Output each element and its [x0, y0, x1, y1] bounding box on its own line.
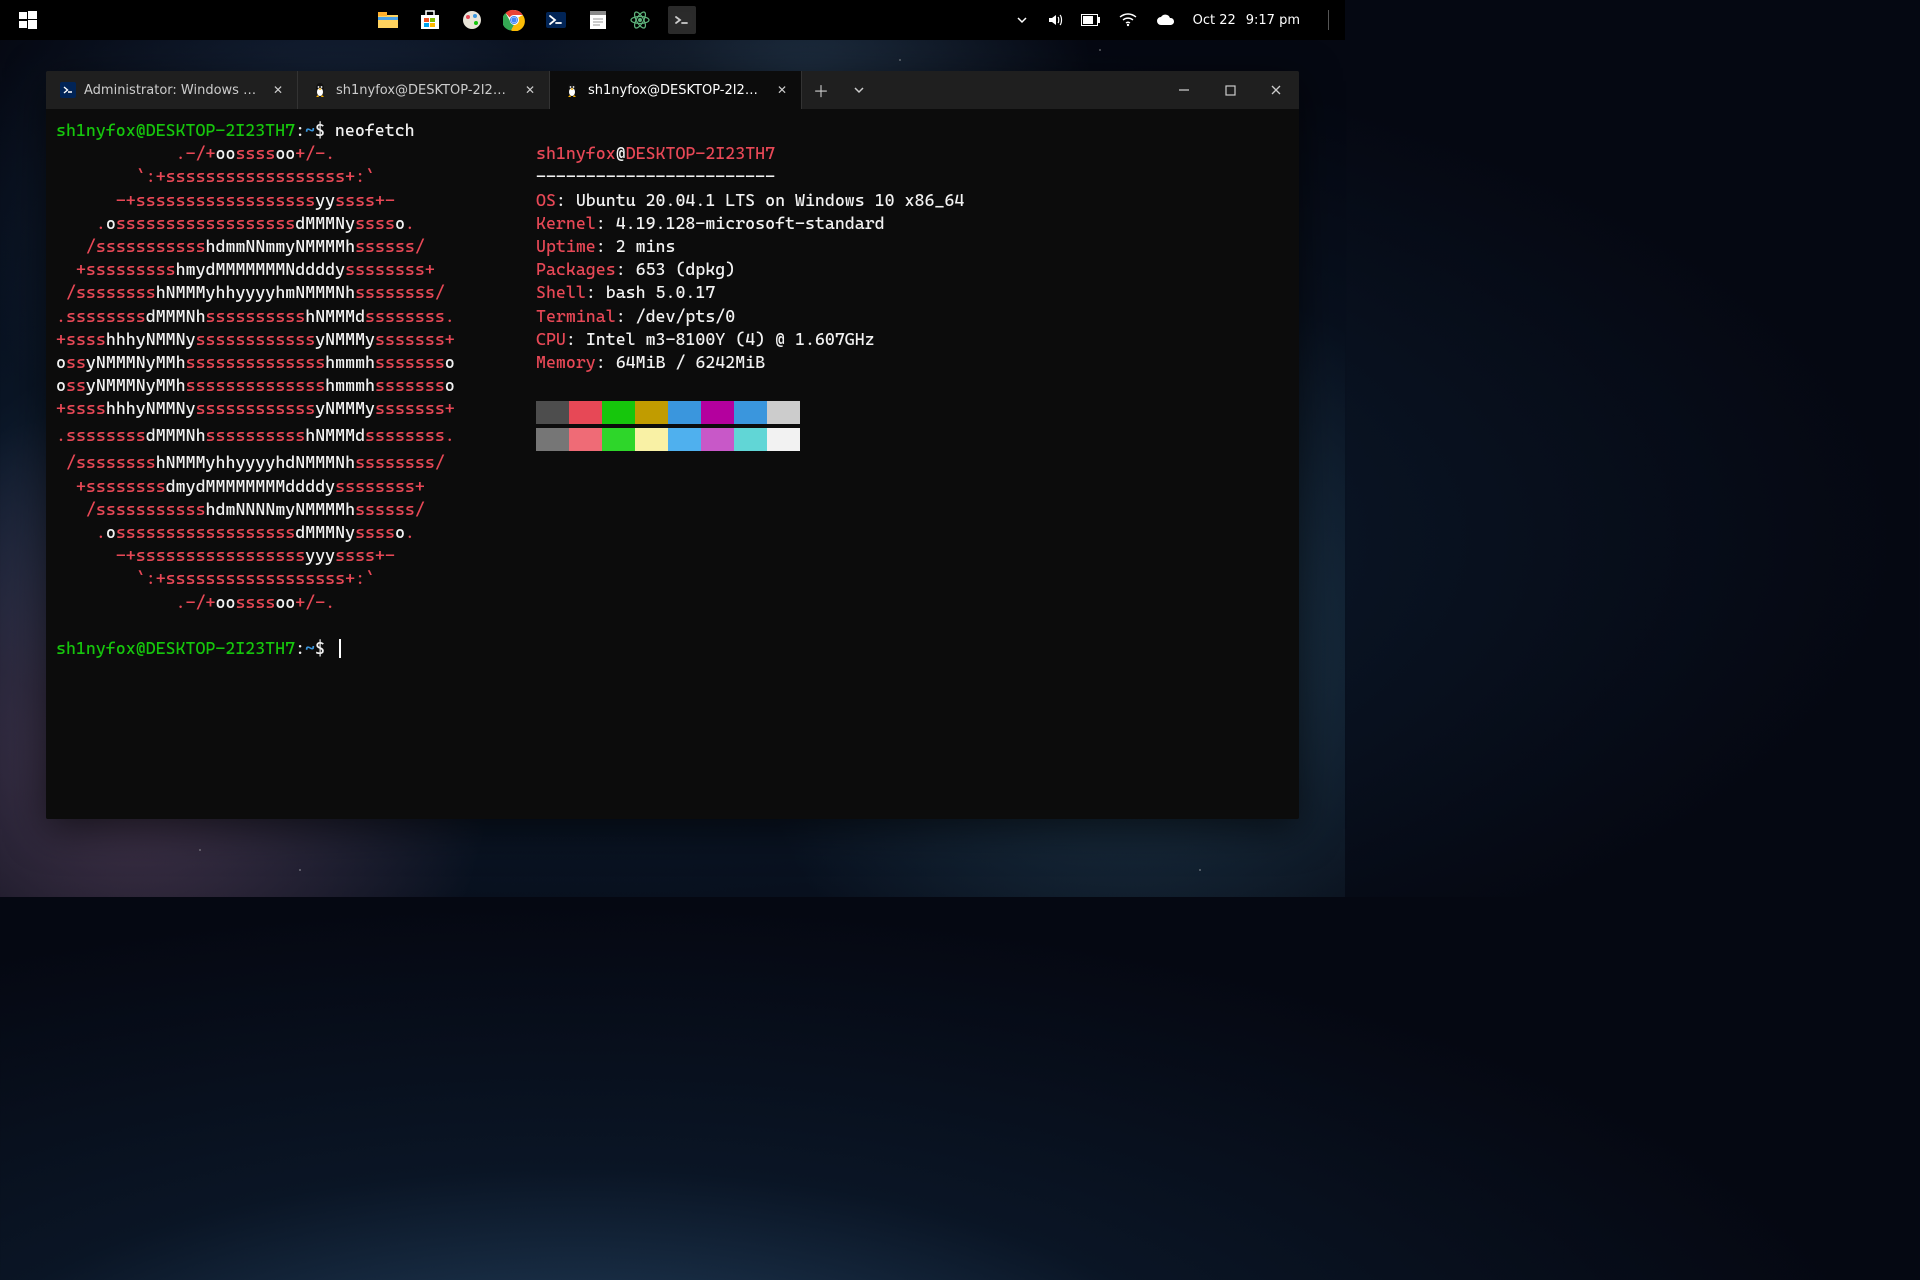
tab-dropdown-button[interactable]	[840, 71, 878, 109]
close-button[interactable]	[1253, 71, 1299, 109]
tray-datetime[interactable]: Oct 22 9:17 pm	[1193, 13, 1300, 28]
tab-close-button[interactable]: ✕	[521, 81, 539, 99]
terminal-window: Administrator: Windows PowerS ✕ sh1nyfox…	[46, 71, 1299, 819]
tray-battery-icon[interactable]	[1081, 14, 1101, 26]
system-tray: Oct 22 9:17 pm	[1015, 12, 1300, 28]
taskbar-app-chrome[interactable]	[500, 6, 528, 34]
taskbar-app-notepad[interactable]	[584, 6, 612, 34]
taskbar: Oct 22 9:17 pm	[0, 0, 1345, 40]
taskbar-app-windows-terminal[interactable]	[668, 6, 696, 34]
terminal-output: sh1nyfox@DESKTOP-2I23TH7:~$ neofetch .-/…	[56, 119, 1289, 660]
tray-chevron-icon[interactable]	[1015, 13, 1029, 27]
new-tab-button[interactable]: ＋	[802, 71, 840, 109]
tab-label: sh1nyfox@DESKTOP-2I23TH7: /	[336, 83, 513, 98]
titlebar[interactable]: Administrator: Windows PowerS ✕ sh1nyfox…	[46, 71, 1299, 109]
taskbar-app-paint[interactable]	[458, 6, 486, 34]
tab-label: sh1nyfox@DESKTOP-2I23TH7: ~	[588, 83, 765, 98]
tab-powershell[interactable]: Administrator: Windows PowerS ✕	[46, 71, 298, 109]
tray-separator	[1328, 10, 1329, 30]
tray-volume-icon[interactable]	[1047, 12, 1063, 28]
tux-icon	[312, 82, 328, 98]
tux-icon	[564, 82, 580, 98]
taskbar-app-atom[interactable]	[626, 6, 654, 34]
tab-label: Administrator: Windows PowerS	[84, 83, 261, 98]
tab-wsl-home[interactable]: sh1nyfox@DESKTOP-2I23TH7: ~ ✕	[550, 71, 802, 109]
tray-wifi-icon[interactable]	[1119, 13, 1137, 27]
tray-date: Oct 22	[1193, 13, 1236, 28]
minimize-button[interactable]	[1161, 71, 1207, 109]
start-button[interactable]	[14, 6, 42, 34]
tab-close-button[interactable]: ✕	[773, 81, 791, 99]
maximize-button[interactable]	[1207, 71, 1253, 109]
powershell-icon	[60, 82, 76, 98]
tray-onedrive-icon[interactable]	[1155, 13, 1175, 27]
tab-close-button[interactable]: ✕	[269, 81, 287, 99]
terminal-body[interactable]: sh1nyfox@DESKTOP-2I23TH7:~$ neofetch .-/…	[46, 109, 1299, 819]
tab-strip: Administrator: Windows PowerS ✕ sh1nyfox…	[46, 71, 802, 109]
taskbar-app-powershell[interactable]	[542, 6, 570, 34]
tab-wsl-root[interactable]: sh1nyfox@DESKTOP-2I23TH7: / ✕	[298, 71, 550, 109]
taskbar-app-file-explorer[interactable]	[374, 6, 402, 34]
taskbar-app-microsoft-store[interactable]	[416, 6, 444, 34]
tray-time: 9:17 pm	[1246, 13, 1300, 28]
